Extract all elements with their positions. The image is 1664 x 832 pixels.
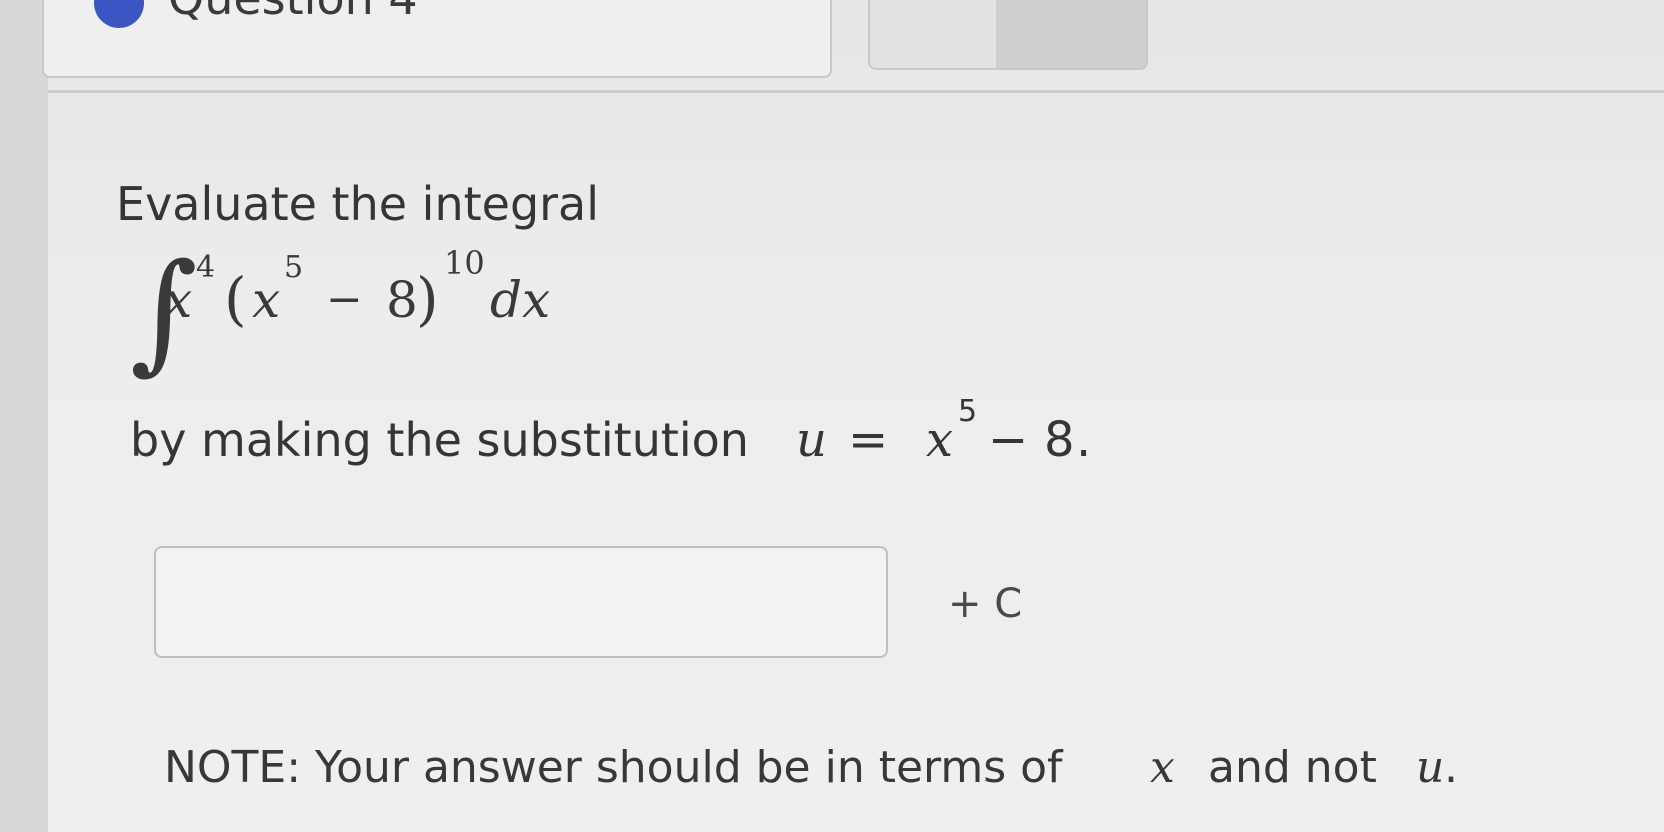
substitution-constant-8: 8: [1044, 412, 1075, 468]
integrand-base-x: x: [164, 271, 193, 329]
header-divider: [48, 90, 1664, 93]
open-paren: (: [224, 265, 247, 333]
note-prefix: NOTE: Your answer should be in terms of: [164, 742, 1063, 793]
question-nav-button-shade: [996, 0, 1146, 68]
minus-sign: −: [326, 274, 363, 325]
differential-dx: dx: [490, 271, 551, 329]
note-var-x: x: [1150, 742, 1175, 793]
answer-input[interactable]: [154, 546, 888, 658]
equals-sign: =: [848, 412, 889, 468]
question-title: Question 4: [168, 0, 418, 26]
substitution-statement: by making the substitution u = x 5 − 8 .: [130, 394, 1230, 472]
question-header-card: [42, 0, 832, 78]
substitution-period: .: [1076, 412, 1092, 468]
integrand-exponent-4: 4: [196, 250, 216, 285]
substitution-text: by making the substitution: [130, 413, 749, 467]
note-period: .: [1444, 742, 1458, 793]
question-prompt: Evaluate the integral: [116, 177, 600, 231]
close-paren: ): [416, 265, 439, 333]
substitution-base-x: x: [926, 412, 954, 468]
left-edge-panel: [0, 0, 48, 832]
substitution-exponent-5: 5: [958, 394, 978, 429]
chevron-left-icon: ‹: [928, 0, 939, 9]
outer-exponent-10: 10: [444, 244, 485, 282]
note-var-u: u: [1416, 742, 1445, 793]
inner-base-x: x: [252, 271, 281, 329]
note-middle: and not: [1208, 742, 1377, 793]
constant-8: 8: [386, 271, 418, 329]
question-nav-button[interactable]: ‹: [868, 0, 1148, 70]
constant-of-integration-label: + C: [948, 581, 1023, 627]
note-text: NOTE: Your answer should be in terms of …: [164, 740, 1464, 796]
substitution-minus: −: [988, 412, 1029, 468]
substitution-var-u: u: [796, 412, 827, 468]
integral-expression: ∫ x 4 ( x 5 − 8 ) 10 dx: [130, 236, 730, 396]
inner-exponent-5: 5: [284, 250, 304, 285]
